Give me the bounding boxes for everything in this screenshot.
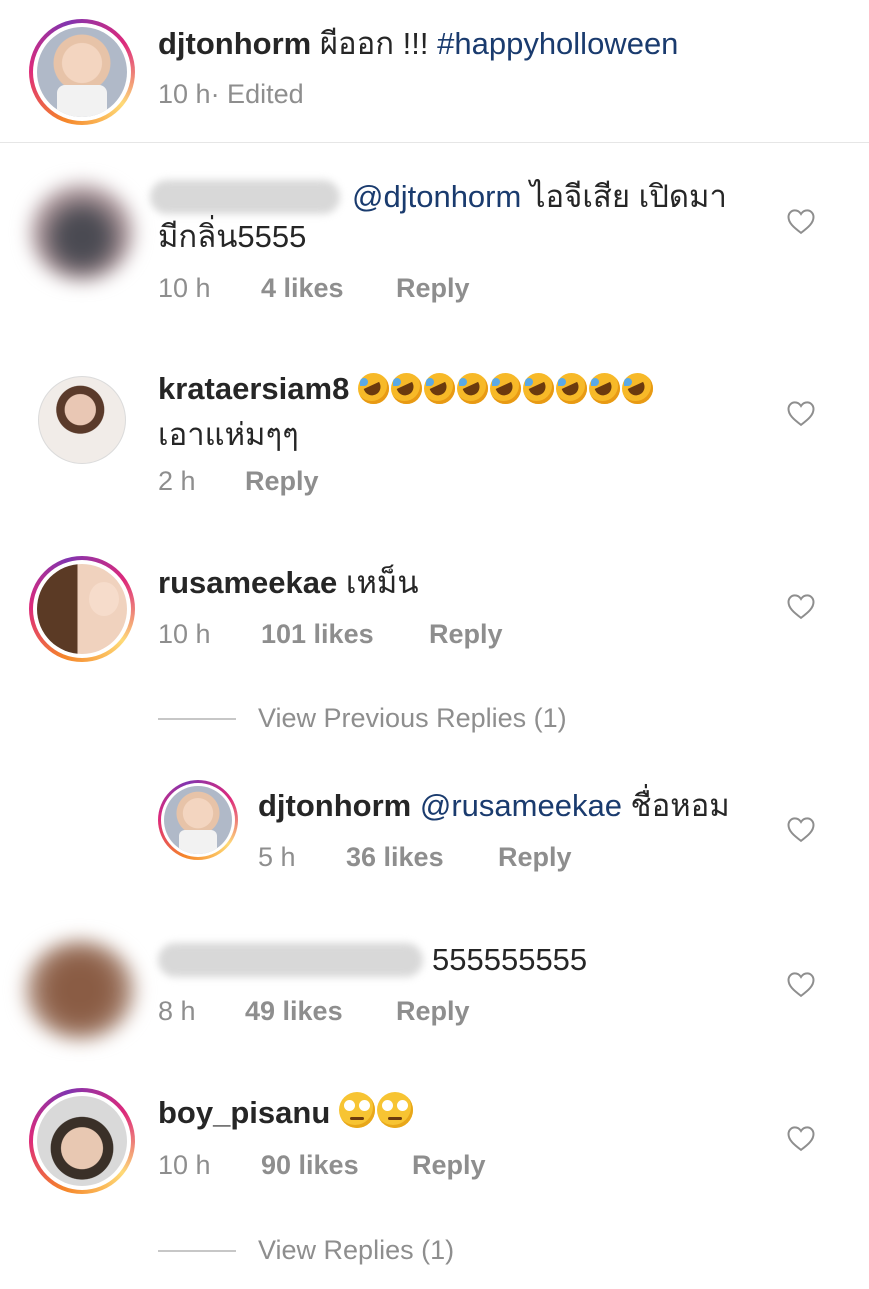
comment-time: 10 h [158,619,211,649]
comment-username[interactable]: krataersiam8 [158,371,349,406]
heart-outline-icon[interactable] [786,970,816,998]
comment-avatar[interactable] [29,556,135,662]
replies-divider-line [158,718,236,720]
replies-divider-line [158,1250,236,1252]
comment-mention[interactable]: @rusameekae [420,788,622,823]
comment-time: 5 h [258,842,296,872]
heart-outline-icon[interactable] [786,1124,816,1152]
post-meta: 10 h · Edited [158,79,304,110]
comment-meta: 10 h 4 likes Reply [158,273,470,304]
face-with-rolling-eyes-icon [376,1092,413,1128]
comment-time: 2 h [158,466,196,496]
post-edited: · Edited [210,79,304,109]
reply-button[interactable]: Reply [396,273,470,304]
comment-meta: 5 h 36 likes Reply [258,842,572,873]
rolling-on-floor-laughing-icon [588,373,620,404]
comment-text: djtonhorm @rusameekae ชื่อหอม [258,783,730,829]
comment-text-line2: เอาแห่มๆๆ [158,417,299,452]
post-author-username[interactable]: djtonhorm [158,26,311,61]
rolling-on-floor-laughing-icon [423,373,455,404]
hashtag-link[interactable]: #happyholloween [437,26,678,61]
heart-outline-icon[interactable] [786,399,816,427]
comment-meta: 10 h 101 likes Reply [158,619,503,650]
reply-button[interactable]: Reply [429,619,503,650]
reply-button[interactable]: Reply [498,842,572,873]
comment-time: 10 h [158,1150,211,1180]
comment-avatar[interactable] [38,376,126,464]
comment-avatar-blurred[interactable] [30,183,134,281]
post-caption: djtonhorm ผีออก !!! #happyholloween [158,21,678,67]
comment-avatar[interactable] [29,1088,135,1194]
comment-username[interactable]: djtonhorm [258,788,411,823]
comment-avatar-blurred[interactable] [24,940,136,1040]
comment-body: เหม็น [337,565,419,600]
comment-text: boy_pisanu [158,1090,415,1136]
comment-meta: 8 h 49 likes Reply [158,996,470,1027]
reply-avatar[interactable] [158,780,238,860]
heart-outline-icon[interactable] [786,815,816,843]
heart-outline-icon[interactable] [786,592,816,620]
rolling-on-floor-laughing-icon [456,373,488,404]
comment-text: @djtonhorm ไอจีเสีย เปิดมา [352,174,727,220]
comment-likes[interactable]: 36 likes [346,842,498,873]
comment-likes[interactable]: 90 likes [261,1150,412,1181]
rolling-on-floor-laughing-icon [489,373,521,404]
view-replies[interactable]: View Replies (1) [258,1235,454,1266]
caption-text: ผีออก !!! [319,26,438,61]
comment-text-line2: มีกลิ่น5555 [158,219,307,254]
post-author-avatar[interactable] [29,19,135,125]
reply-button[interactable]: Reply [396,996,470,1027]
rolling-on-floor-laughing-icon [621,373,653,404]
reply-button[interactable]: Reply [412,1150,486,1181]
comment-time: 10 h [158,273,211,303]
rolling-on-floor-laughing-icon [390,373,422,404]
rolling-on-floor-laughing-icon [357,373,389,404]
comment-text-line1: ไอจีเสีย เปิดมา [521,179,727,214]
comment-body: ชื่อหอม [621,788,730,823]
comment-username[interactable]: boy_pisanu [158,1095,330,1130]
blurred-username[interactable] [158,943,423,977]
face-with-rolling-eyes-icon [338,1092,375,1128]
comment-text: rusameekae เหม็น [158,560,419,606]
comment-body: 555555555 [432,942,588,977]
comment-likes[interactable]: 4 likes [261,273,396,304]
comment-meta: 10 h 90 likes Reply [158,1150,486,1181]
header-divider [0,142,869,143]
comment-mention[interactable]: @djtonhorm [352,179,521,214]
reply-button[interactable]: Reply [245,466,319,497]
comment-text: krataersiam8 [158,366,655,412]
heart-outline-icon[interactable] [786,207,816,235]
rolling-on-floor-laughing-icon [522,373,554,404]
view-previous-replies[interactable]: View Previous Replies (1) [258,703,567,734]
rolling-on-floor-laughing-icon [555,373,587,404]
blurred-username[interactable] [150,180,340,214]
comment-likes[interactable]: 49 likes [245,996,396,1027]
comment-meta: 2 h Reply [158,466,319,497]
comment-likes[interactable]: 101 likes [261,619,429,650]
comment-username[interactable]: rusameekae [158,565,337,600]
post-time: 10 h [158,79,211,109]
comment-time: 8 h [158,996,196,1026]
